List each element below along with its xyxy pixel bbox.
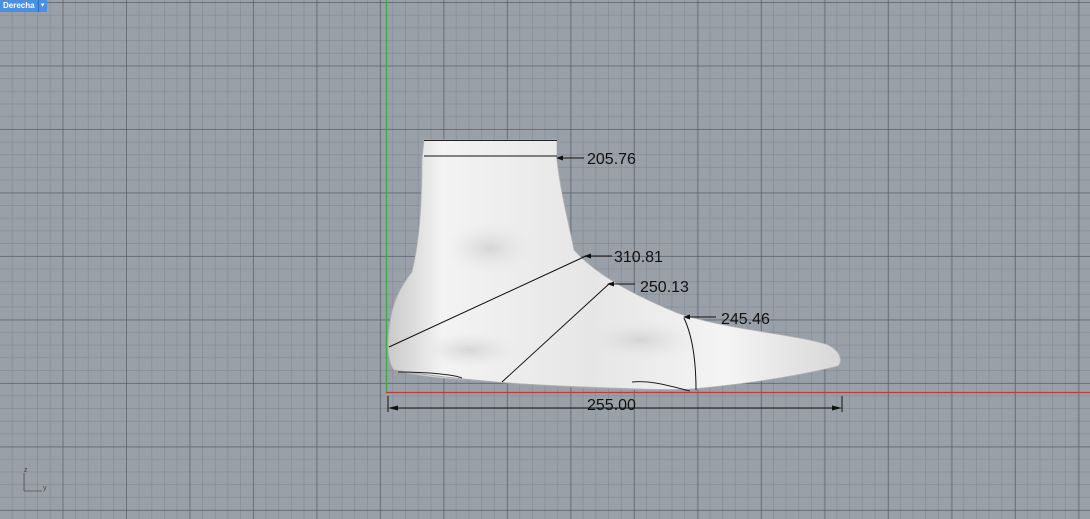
ankle-girth-value: 205.76 [587,151,636,168]
length-value: 255.00 [587,397,636,414]
ball-leader [683,314,716,320]
instep-leader [584,253,612,259]
axis-widget: z y [23,467,47,492]
viewport-right[interactable]: 205.76 310.81 250.13 245.46 255.00 z y [0,0,1090,514]
instep-girth-value: 310.81 [614,249,663,266]
waist-girth-value: 250.13 [640,279,689,296]
axis-z-label: z [24,467,28,474]
viewport-canvas[interactable]: 205.76 310.81 250.13 245.46 255.00 z y [0,0,1090,514]
viewport-name[interactable]: Derecha [0,0,38,12]
axis-y-label: y [43,485,47,492]
ball-girth-value: 245.46 [721,311,770,328]
chevron-down-icon[interactable]: ▾ [37,0,47,12]
viewport-tab[interactable]: Derecha ▾ [0,0,47,12]
ankle-leader [556,155,584,161]
